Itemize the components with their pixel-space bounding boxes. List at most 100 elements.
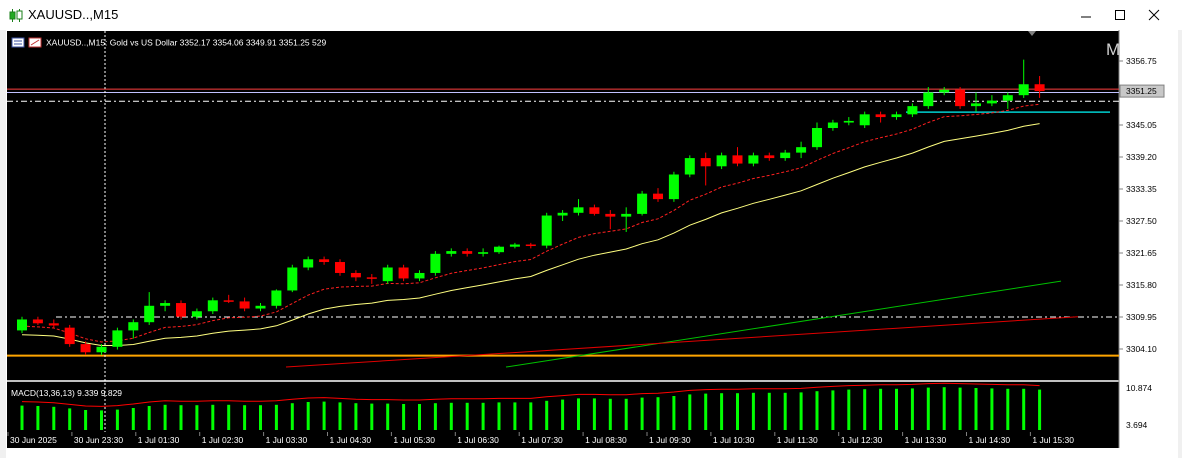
- candle-body: [668, 174, 679, 200]
- candle-body: [32, 319, 43, 324]
- time-label: 1 Jul 05:30: [393, 435, 435, 445]
- time-label: 1 Jul 04:30: [330, 435, 372, 445]
- time-label: 1 Jul 06:30: [457, 435, 499, 445]
- macd-bar: [306, 402, 310, 430]
- candle-body: [732, 155, 743, 164]
- candle-body: [17, 319, 27, 331]
- price-label: 3309.95: [1126, 312, 1157, 322]
- candle-body: [207, 300, 218, 312]
- price-panel[interactable]: [7, 31, 1119, 380]
- macd-bar: [704, 393, 708, 430]
- price-chart[interactable]: 3356.75 3351.25 3345.05 3339.20 3333.35 3327.…: [6, 30, 1178, 458]
- macd-bar: [815, 391, 819, 430]
- macd-bar: [910, 388, 914, 430]
- macd-bar: [529, 402, 533, 430]
- macd-bar: [561, 399, 565, 430]
- candle-body: [1034, 84, 1045, 92]
- candle-body: [1002, 95, 1013, 101]
- candle-body: [430, 253, 441, 273]
- candle-body: [605, 213, 616, 217]
- candle-body: [48, 323, 59, 326]
- macd-bar: [84, 410, 88, 430]
- chart-list-icon[interactable]: [11, 37, 25, 48]
- macd-bar: [1022, 388, 1026, 430]
- maximize-icon[interactable]: [1109, 5, 1131, 25]
- macd-bar: [545, 400, 549, 430]
- time-label: 1 Jul 14:30: [969, 435, 1011, 445]
- candle-body: [573, 207, 584, 213]
- candle-body: [843, 120, 854, 123]
- macd-bar: [36, 406, 40, 430]
- macd-bar: [386, 403, 390, 430]
- macd-bar: [338, 402, 342, 430]
- macd-bar: [497, 402, 501, 430]
- macd-bar: [449, 402, 453, 430]
- candle-body: [462, 251, 473, 254]
- candle-body: [1018, 84, 1029, 96]
- macd-bar: [68, 408, 72, 430]
- candle-body: [939, 89, 950, 93]
- candle-body: [748, 155, 759, 164]
- candle-body: [716, 155, 727, 167]
- candle-body: [923, 92, 934, 107]
- candle-body: [684, 158, 695, 175]
- candle-body: [223, 300, 234, 302]
- indicator-icon[interactable]: [28, 37, 42, 48]
- candle-body: [621, 213, 632, 217]
- candle-body: [557, 212, 568, 216]
- minimize-icon[interactable]: [1075, 5, 1097, 25]
- macd-bar: [290, 403, 294, 430]
- time-label: 1 Jul 07:30: [521, 435, 563, 445]
- candle-body: [303, 259, 314, 268]
- macd-bar: [259, 405, 262, 430]
- price-label: 3321.65: [1126, 248, 1157, 258]
- time-label: 1 Jul 13:30: [905, 435, 947, 445]
- candle-body: [971, 103, 981, 107]
- candle-body: [255, 305, 266, 309]
- price-label: 3356.75: [1126, 56, 1157, 66]
- candle-body: [144, 305, 155, 323]
- macd-bar: [131, 408, 135, 430]
- chart-window[interactable]: 3356.75 3351.25 3345.05 3339.20 3333.35 3327.…: [6, 30, 1178, 458]
- macd-axis-label: 3.694: [1126, 420, 1148, 430]
- macd-bar: [243, 405, 247, 430]
- macd-bar: [513, 402, 517, 430]
- candle-body: [827, 122, 838, 129]
- candle-body: [271, 290, 282, 306]
- macd-bar: [577, 398, 580, 430]
- macd-bar: [767, 392, 771, 430]
- candle-body: [191, 311, 202, 317]
- candle-body: [796, 147, 807, 153]
- candle-body: [287, 267, 298, 291]
- macd-bar: [592, 398, 596, 430]
- macd-bar: [942, 387, 946, 430]
- candle-body: [637, 193, 648, 214]
- macd-axis-label: 10.874: [1126, 383, 1152, 393]
- candle-body: [382, 267, 393, 282]
- macd-bar: [672, 396, 676, 430]
- m-badge: M: [1106, 40, 1120, 59]
- macd-bar: [1006, 388, 1010, 430]
- candle-body: [986, 100, 997, 104]
- macd-bar: [147, 406, 151, 430]
- close-icon[interactable]: [1143, 5, 1165, 25]
- symbol-info: XAUUSD..,M15: Gold vs US Dollar 3352.17 …: [46, 38, 326, 48]
- candle-body: [907, 106, 918, 115]
- window-title: XAUUSD..,M15: [28, 7, 119, 22]
- macd-bar: [640, 397, 644, 430]
- macd-bar: [926, 387, 930, 430]
- macd-bar: [195, 405, 199, 430]
- candle-body: [525, 244, 536, 247]
- price-label: 3315.80: [1126, 280, 1157, 290]
- candle-body: [478, 252, 489, 254]
- candle-body: [128, 322, 139, 331]
- candle-body: [112, 330, 123, 347]
- candle-body: [96, 346, 107, 353]
- price-label: 3339.20: [1126, 152, 1157, 162]
- time-label: 30 Jun 2025: [10, 435, 57, 445]
- macd-bar: [370, 403, 374, 430]
- macd-bar: [720, 393, 724, 430]
- price-label: 3345.05: [1126, 120, 1157, 130]
- price-label: 3351.25: [1126, 86, 1157, 96]
- candle-body: [653, 193, 663, 200]
